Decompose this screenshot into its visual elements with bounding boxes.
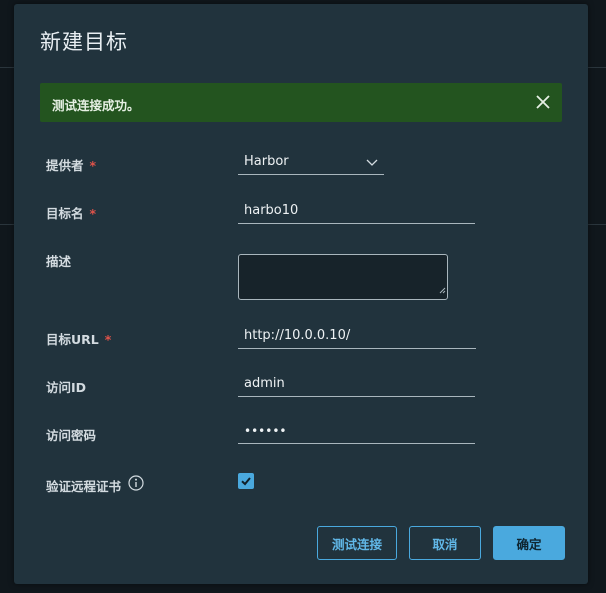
provider-select[interactable]: Harbor: [238, 152, 384, 175]
test-connection-button[interactable]: 测试连接: [317, 526, 397, 560]
dialog-title: 新建目标: [40, 30, 128, 54]
background-divider: [0, 224, 14, 225]
target-name-label: 目标名 *: [46, 203, 96, 222]
target-name-label-text: 目标名: [46, 206, 84, 221]
background-divider: [0, 67, 14, 68]
check-icon: [241, 477, 251, 486]
verify-cert-label: 验证远程证书: [46, 479, 122, 494]
description-label: 描述: [46, 254, 72, 269]
ok-button[interactable]: 确定: [493, 526, 565, 560]
target-url-label-text: 目标URL: [46, 332, 99, 347]
access-id-label: 访问ID: [46, 380, 87, 395]
provider-select-value: Harbor: [244, 154, 289, 169]
target-url-value: http://10.0.0.10/: [244, 328, 351, 343]
verify-cert-checkbox[interactable]: [238, 473, 254, 489]
success-alert: 测试连接成功。: [40, 83, 562, 122]
background-divider: [588, 67, 606, 68]
required-marker: *: [89, 206, 97, 221]
description-textarea[interactable]: [238, 254, 448, 300]
access-id-value: admin: [244, 376, 285, 391]
access-secret-input[interactable]: ••••••: [238, 421, 475, 444]
provider-label: 提供者 *: [46, 155, 96, 174]
new-endpoint-dialog: 新建目标 测试连接成功。 提供者 * Harbor 目标名 * harbo10 描述…: [14, 4, 588, 584]
resize-handle-icon[interactable]: [438, 279, 446, 298]
target-name-input[interactable]: harbo10: [238, 201, 475, 224]
target-url-input[interactable]: http://10.0.0.10/: [238, 326, 476, 349]
target-url-label: 目标URL *: [46, 329, 111, 348]
required-marker: *: [89, 158, 97, 173]
provider-label-text: 提供者: [46, 158, 84, 173]
close-icon[interactable]: [532, 91, 554, 113]
alert-message: 测试连接成功。: [52, 98, 140, 113]
access-secret-value: ••••••: [244, 424, 287, 438]
required-marker: *: [104, 332, 112, 347]
chevron-down-icon: [366, 157, 378, 172]
background-divider: [588, 224, 606, 225]
target-name-value: harbo10: [244, 203, 299, 218]
info-icon[interactable]: [128, 475, 144, 495]
access-secret-label: 访问密码: [46, 428, 97, 443]
access-id-input[interactable]: admin: [238, 374, 475, 397]
cancel-button[interactable]: 取消: [409, 526, 481, 560]
